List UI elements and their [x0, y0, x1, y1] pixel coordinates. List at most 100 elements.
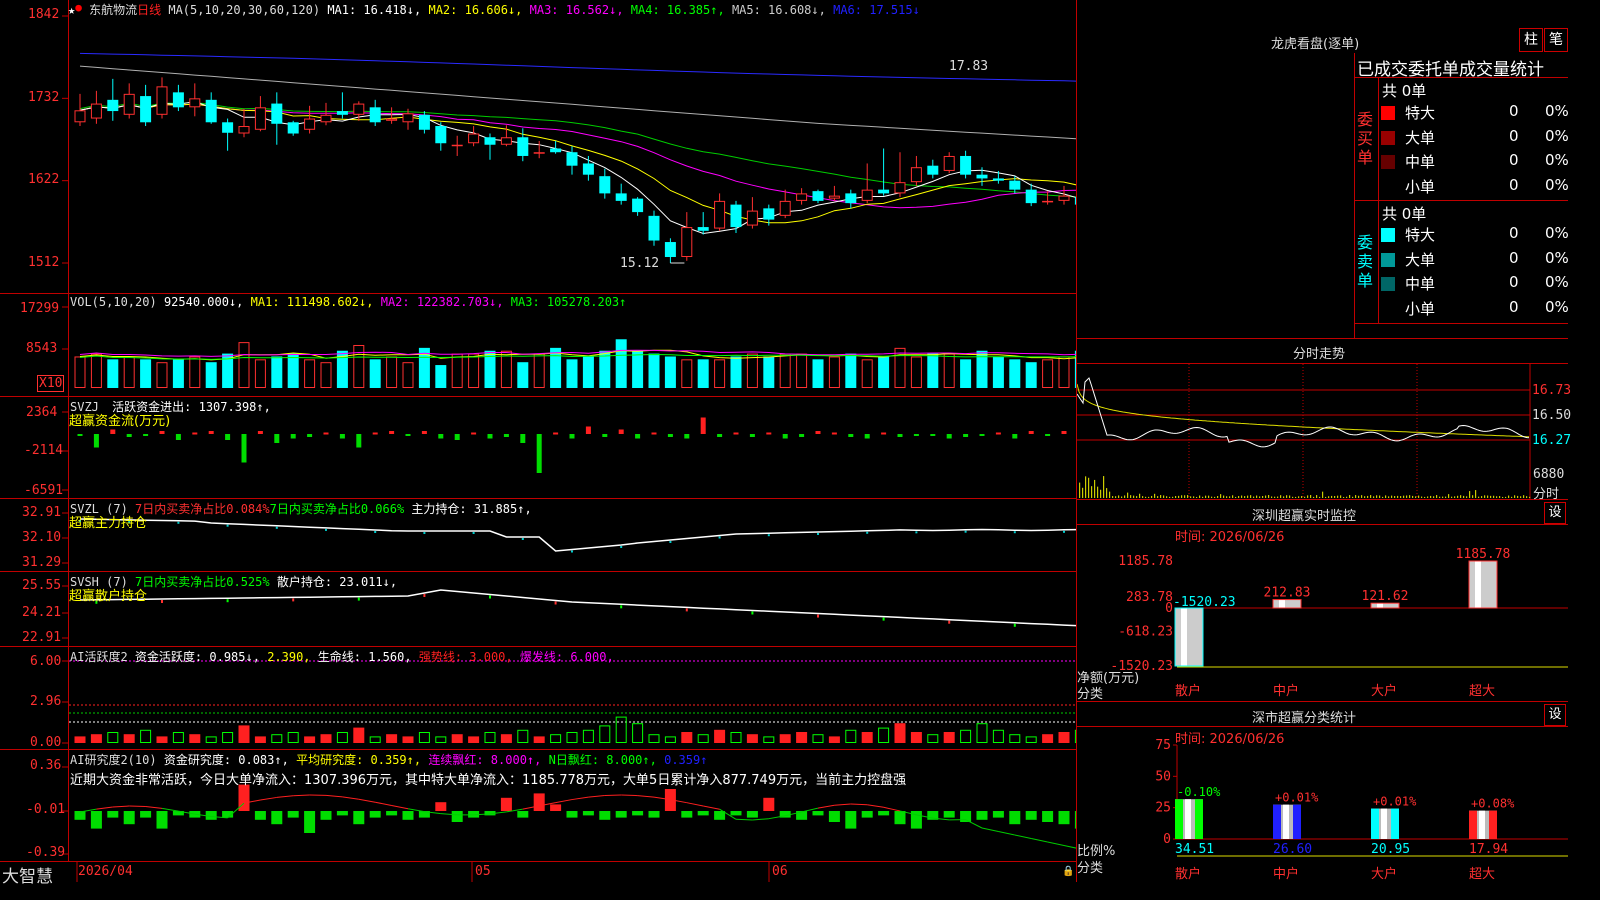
- intraday-vol-bar: [1127, 493, 1128, 498]
- ai2-line-seg: [572, 797, 588, 799]
- intraday-vol-bar: [1199, 495, 1200, 498]
- vol-bar: [993, 356, 1004, 388]
- svzj-bar: [996, 433, 1001, 435]
- svsh-dot: [358, 598, 360, 601]
- candle-body: [271, 104, 282, 124]
- row-pct: 0%: [1545, 224, 1569, 242]
- sz-stats-value-label: 17.94: [1469, 842, 1508, 857]
- svzj-bar: [816, 431, 821, 434]
- ai1-bar: [485, 733, 495, 743]
- candlestick-chart[interactable]: [0, 0, 1076, 294]
- ai1-bar: [124, 734, 135, 743]
- sz-monitor-chart[interactable]: 1185.78283.780-618.23-1520.23-1520.23散户2…: [1077, 525, 1568, 701]
- intraday-vol-bar: [1112, 496, 1113, 498]
- candle-body: [845, 193, 856, 203]
- svsh-dot: [1014, 624, 1016, 627]
- candle-body: [665, 242, 676, 257]
- ai1-bar: [665, 737, 675, 743]
- sz-stats-value-label: 26.60: [1273, 842, 1312, 857]
- intraday-vol-bar: [1460, 495, 1461, 498]
- ai1-bar: [764, 737, 774, 743]
- period-label[interactable]: 日线: [137, 3, 161, 17]
- ai1-bar: [862, 732, 873, 743]
- svzj-bar: [848, 434, 853, 437]
- ma2-line: [80, 104, 1076, 223]
- intraday-vol-bar: [1238, 496, 1239, 498]
- candle-body: [190, 99, 200, 107]
- legend-swatch: [1381, 302, 1395, 316]
- ai1-bar: [386, 734, 397, 743]
- intraday-chart[interactable]: [1077, 364, 1568, 499]
- price-axis-label: 1842: [28, 7, 59, 22]
- intraday-title: 分时走势: [1293, 343, 1345, 362]
- intraday-vol-bar: [1148, 497, 1149, 498]
- svsh-dot: [948, 621, 950, 624]
- candle-body: [321, 115, 331, 121]
- sz-stats-chart[interactable]: 75 50 25 0 -0.10% 34.51 散户 +0.01% 26.60 中户 +0.01% 2…: [1077, 727, 1568, 882]
- candle-body: [107, 100, 118, 111]
- sz-stats-bar-accent: [1371, 809, 1379, 839]
- candle-body: [682, 228, 692, 257]
- row-count: 0: [1509, 224, 1519, 242]
- ai2-line-seg: [605, 795, 621, 796]
- candle-body: [485, 137, 496, 144]
- ai2-bar: [91, 811, 102, 829]
- svzj-bar: [980, 434, 985, 436]
- ai1-bar: [993, 730, 1003, 742]
- svzl-dot: [719, 537, 721, 539]
- intraday-vol-bar: [1484, 495, 1485, 498]
- vol-bar: [403, 363, 413, 388]
- sz-stats-value-label: 34.51: [1175, 842, 1214, 857]
- intraday-vol-bar: [1283, 496, 1284, 498]
- intraday-vol-bar: [1427, 496, 1428, 498]
- ai1-bar: [747, 734, 758, 743]
- intraday-vol-bar: [1166, 496, 1167, 498]
- ai1-bar: [928, 735, 938, 743]
- ai2-bar: [616, 811, 627, 818]
- pin-icon[interactable]: ●: [75, 1, 82, 14]
- sz-monitor-category: 超大: [1469, 684, 1495, 699]
- candle-body: [599, 176, 610, 193]
- vol-bar: [1009, 359, 1020, 388]
- sz-monitor-settings-button[interactable]: 设: [1544, 502, 1566, 524]
- ai1-bar: [141, 730, 151, 742]
- vol-bar: [305, 360, 315, 388]
- vol-bar: [583, 356, 594, 388]
- volume-chart[interactable]: [0, 294, 1076, 396]
- lock-icon[interactable]: 🔒: [1062, 866, 1074, 877]
- intraday-axis-label: 16.73: [1532, 383, 1571, 398]
- ai2-bar: [124, 811, 135, 824]
- intraday-vol-bar: [1448, 494, 1449, 498]
- svzj-bar: [356, 434, 361, 448]
- lhb-tick-toggle[interactable]: 笔: [1544, 28, 1568, 52]
- ai1-bar: [895, 723, 906, 743]
- vol-bar: [944, 354, 954, 387]
- buy-total: 共 0单: [1382, 80, 1426, 101]
- sz-stats-axis-label: 25: [1155, 801, 1171, 816]
- ai1-bar: [91, 734, 102, 743]
- ma1-line: [80, 102, 1076, 234]
- svsh-dot: [489, 596, 491, 599]
- intraday-vol-bar: [1139, 494, 1140, 498]
- sz-stats-settings-button[interactable]: 设: [1544, 704, 1566, 726]
- candle-body: [337, 111, 348, 115]
- ai2-bar: [288, 811, 299, 818]
- row-name: 大单: [1405, 127, 1435, 148]
- vol-axis-label: 8543: [26, 341, 57, 356]
- svsh-axis-label: 25.55: [22, 578, 61, 593]
- candle-body: [452, 145, 462, 146]
- svzl-dot: [1063, 531, 1065, 533]
- svzl-axis-label: 31.29: [22, 555, 61, 570]
- sz-stats-bar-accent: [1469, 811, 1477, 839]
- ai1-bar: [1075, 730, 1076, 742]
- candle-body: [157, 87, 167, 114]
- candle-body: [222, 122, 233, 132]
- lhb-bar-toggle[interactable]: 柱: [1519, 28, 1543, 52]
- vol-bar: [862, 360, 872, 388]
- ai2-bar: [681, 811, 692, 818]
- candle-body: [993, 178, 1004, 180]
- sz-stats-ylabel2: 分类: [1077, 857, 1103, 876]
- row-name: 小单: [1405, 176, 1435, 197]
- intraday-vol-bar: [1244, 496, 1245, 498]
- sz-monitor-bar: [1175, 608, 1203, 666]
